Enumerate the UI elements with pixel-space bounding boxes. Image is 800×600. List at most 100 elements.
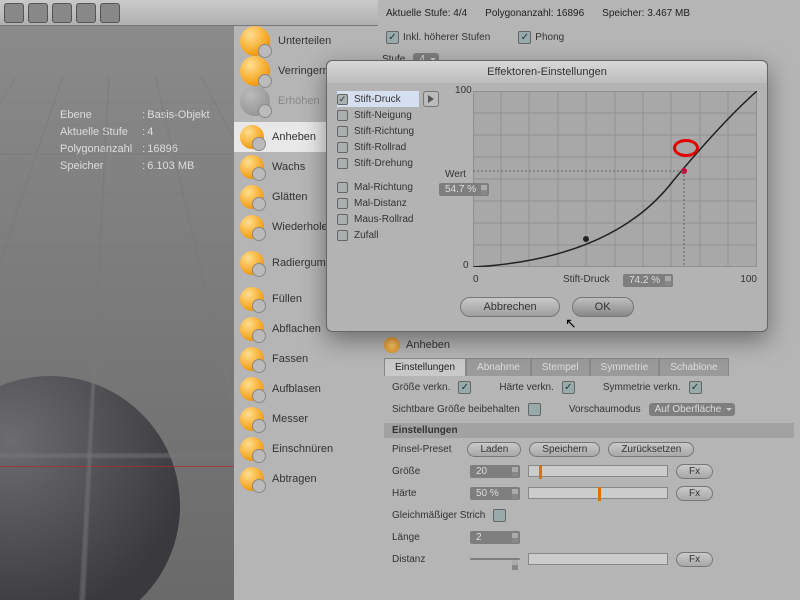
viewport-hud: Ebene:Basis-ObjektAktuelle Stufe:4Polygo… xyxy=(58,106,212,176)
hud-sep: : xyxy=(142,125,145,140)
poly-label: Polygonanzahl: xyxy=(485,8,553,19)
x-value-field[interactable]: 74.2 % xyxy=(623,274,673,287)
brush-icon xyxy=(384,337,400,353)
include-higher-checkbox[interactable] xyxy=(386,31,399,44)
tab-schablone[interactable]: Schablone xyxy=(659,358,728,376)
groesse-fx-button[interactable]: Fx xyxy=(676,464,713,479)
hud-sep: : xyxy=(142,142,145,157)
effector-checkbox[interactable] xyxy=(337,94,348,105)
tool-icon xyxy=(240,185,264,209)
effector-maus-rollrad[interactable]: Maus-Rollrad xyxy=(337,211,439,227)
effector-checkbox[interactable] xyxy=(337,214,348,225)
strich-checkbox[interactable] xyxy=(493,509,506,522)
effector-list: Stift-DruckStift-NeigungStift-RichtungSt… xyxy=(337,91,439,289)
effector-checkbox[interactable] xyxy=(337,142,348,153)
haerte-field[interactable]: 50 % xyxy=(470,487,520,500)
haerte-label: Härte xyxy=(392,488,462,499)
sym-verkn-label: Symmetrie verkn. xyxy=(603,382,681,393)
cancel-button[interactable]: Abbrechen xyxy=(460,297,559,317)
effector-stift-drehung[interactable]: Stift-Drehung xyxy=(337,155,419,171)
toolbar-icon[interactable] xyxy=(76,3,96,23)
tool-icon xyxy=(240,317,264,341)
strich-label: Gleichmäßiger Strich xyxy=(392,510,485,521)
laenge-label: Länge xyxy=(392,532,462,543)
tab-symmetrie[interactable]: Symmetrie xyxy=(590,358,660,376)
effector-label: Stift-Neigung xyxy=(354,110,412,121)
tool-icon xyxy=(240,26,270,56)
tool-icon xyxy=(240,347,264,371)
effector-mal-richtung[interactable]: Mal-Richtung xyxy=(337,179,439,195)
effector-label: Zufall xyxy=(354,230,378,241)
groesse-verkn-checkbox[interactable] xyxy=(458,381,471,394)
einstellungen-group: Einstellungen xyxy=(384,423,794,438)
tool-icon xyxy=(240,86,270,116)
toolbar-icon[interactable] xyxy=(4,3,24,23)
stufe-label: Aktuelle Stufe: xyxy=(386,8,450,19)
tool-messer[interactable]: Messer xyxy=(234,404,378,434)
tool-einschnüren[interactable]: Einschnüren xyxy=(234,434,378,464)
zurücksetzen-button[interactable]: Zurücksetzen xyxy=(608,442,694,457)
attribute-tabs: EinstellungenAbnahmeStempelSymmetrieScha… xyxy=(384,358,794,376)
tool-abtragen[interactable]: Abtragen xyxy=(234,464,378,494)
effector-checkbox[interactable] xyxy=(337,110,348,121)
toolbar-icon[interactable] xyxy=(100,3,120,23)
distanz-slider[interactable] xyxy=(528,553,668,565)
sym-verkn-checkbox[interactable] xyxy=(689,381,702,394)
haerte-verkn-checkbox[interactable] xyxy=(562,381,575,394)
laden-button[interactable]: Laden xyxy=(467,442,521,457)
distanz-field[interactable] xyxy=(470,558,520,560)
distanz-fx-button[interactable]: Fx xyxy=(676,552,713,567)
x-axis-label: Stift-Druck xyxy=(563,274,610,285)
effector-stift-richtung[interactable]: Stift-Richtung xyxy=(337,123,419,139)
toolbar-icon[interactable] xyxy=(28,3,48,23)
speichern-button[interactable]: Speichern xyxy=(529,442,600,457)
tool-unterteilen[interactable]: Unterteilen xyxy=(234,26,378,56)
ok-button[interactable]: OK xyxy=(572,297,634,317)
groesse-label: Größe xyxy=(392,466,462,477)
toolbar-icon[interactable] xyxy=(52,3,72,23)
phong-checkbox[interactable] xyxy=(518,31,531,44)
effector-stift-rollrad[interactable]: Stift-Rollrad xyxy=(337,139,419,155)
effector-checkbox[interactable] xyxy=(337,158,348,169)
curve-graph[interactable]: 100 Wert 54.7 % 0 0 Stift-Druck 74.2 % 1… xyxy=(473,91,757,281)
hud-key: Polygonanzahl xyxy=(60,142,140,157)
effector-zufall[interactable]: Zufall xyxy=(337,227,439,243)
haerte-fx-button[interactable]: Fx xyxy=(676,486,713,501)
highlight-marker xyxy=(673,139,699,157)
effector-label: Stift-Druck xyxy=(354,94,401,105)
tool-label: Aufblasen xyxy=(272,383,321,395)
wert-field[interactable]: 54.7 % xyxy=(439,183,489,196)
tool-aufblasen[interactable]: Aufblasen xyxy=(234,374,378,404)
y-max-label: 100 xyxy=(455,85,472,96)
tab-einstellungen[interactable]: Einstellungen xyxy=(384,358,466,376)
effector-mal-distanz[interactable]: Mal-Distanz xyxy=(337,195,439,211)
tool-name: Anheben xyxy=(406,339,450,351)
effector-stift-neigung[interactable]: Stift-Neigung xyxy=(337,107,419,123)
haerte-slider[interactable] xyxy=(528,487,668,499)
tool-label: Einschnüren xyxy=(272,443,333,455)
tool-icon xyxy=(240,155,264,179)
hud-key: Ebene xyxy=(60,108,140,123)
hud-key: Speicher xyxy=(60,159,140,174)
tool-label: Unterteilen xyxy=(278,35,331,47)
hud-val: Basis-Objekt xyxy=(147,108,209,123)
wert-label: Wert xyxy=(445,169,466,180)
laenge-field[interactable]: 2 xyxy=(470,531,520,544)
groesse-field[interactable]: 20 xyxy=(470,465,520,478)
effector-label: Mal-Distanz xyxy=(354,198,407,209)
effector-stift-druck[interactable]: Stift-Druck xyxy=(337,91,419,107)
effector-checkbox[interactable] xyxy=(337,126,348,137)
tab-abnahme[interactable]: Abnahme xyxy=(466,358,531,376)
tool-label: Fassen xyxy=(272,353,308,365)
effector-checkbox[interactable] xyxy=(337,230,348,241)
effector-checkbox[interactable] xyxy=(337,198,348,209)
include-higher-label: Inkl. höherer Stufen xyxy=(403,32,490,43)
tab-stempel[interactable]: Stempel xyxy=(531,358,590,376)
groesse-slider[interactable] xyxy=(528,465,668,477)
vorschau-select[interactable]: Auf Oberfläche xyxy=(649,403,736,416)
play-button[interactable] xyxy=(423,91,439,107)
sichtbar-checkbox[interactable] xyxy=(528,403,541,416)
effector-checkbox[interactable] xyxy=(337,182,348,193)
3d-viewport[interactable]: Ebene:Basis-ObjektAktuelle Stufe:4Polygo… xyxy=(0,26,234,600)
tool-fassen[interactable]: Fassen xyxy=(234,344,378,374)
